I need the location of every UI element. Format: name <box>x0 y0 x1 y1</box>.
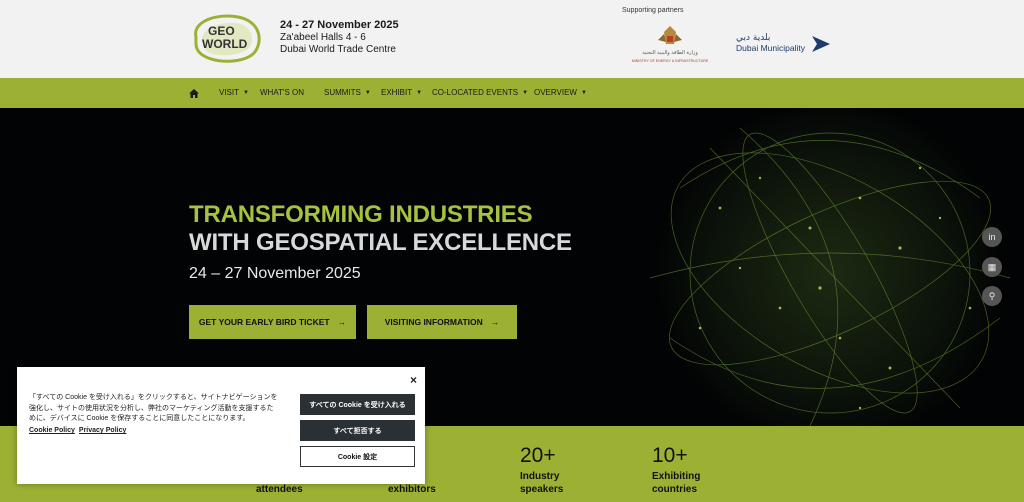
hero-title-line2: WITH GEOSPATIAL EXCELLENCE <box>189 229 572 256</box>
nav-co-located-events[interactable]: CO-LOCATED EVENTS ▼ <box>432 78 528 108</box>
nav-whats-on[interactable]: WHAT'S ON <box>260 78 304 108</box>
chevron-down-icon: ▼ <box>580 90 587 96</box>
privacy-policy-link[interactable]: Privacy Policy <box>79 427 126 434</box>
cookie-links: Cookie Policy Privacy Policy <box>29 427 126 434</box>
home-icon <box>189 88 199 98</box>
nav-overview[interactable]: OVERVIEW ▼ <box>534 78 587 108</box>
stat-number: 20+ <box>520 444 556 467</box>
dubai-municipality-logo[interactable]: بلدية دبي Dubai Municipality <box>734 28 834 58</box>
arrow-right-icon: → <box>337 317 347 327</box>
partners-label: Supporting partners <box>622 7 684 14</box>
nav-visit[interactable]: VISIT ▼ <box>219 78 249 108</box>
chevron-down-icon: ▼ <box>416 90 423 96</box>
svg-text:WORLD: WORLD <box>202 37 248 51</box>
search-icon[interactable]: ⚲ <box>982 286 1002 306</box>
svg-text:Dubai Municipality: Dubai Municipality <box>736 43 806 53</box>
hero-title-line1: TRANSFORMING INDUSTRIES <box>189 201 533 228</box>
event-date: 24 - 27 November 2025 <box>280 19 399 31</box>
event-venue: Za'abeel Halls 4 - 6 Dubai World Trade C… <box>280 32 396 55</box>
reject-all-button[interactable]: すべて拒否する <box>300 420 415 441</box>
globe-network-image <box>649 108 1011 426</box>
stat-label: Industry speakers <box>520 471 564 495</box>
stat-label: Exhibiting countries <box>652 471 701 495</box>
cookie-consent-banner: × 「すべての Cookie を受け入れる」をクリックすると、サイトナビゲーショ… <box>17 367 425 484</box>
svg-text:GEO: GEO <box>208 24 235 38</box>
site-header: GEO WORLD 24 - 27 November 2025 Za'abeel… <box>0 0 1024 78</box>
linkedin-icon[interactable]: in <box>982 227 1002 247</box>
svg-text:وزارة الطاقة والبنية التحتية: وزارة الطاقة والبنية التحتية <box>642 50 698 56</box>
geoworld-logo[interactable]: GEO WORLD <box>188 11 264 63</box>
svg-text:MINISTRY OF ENERGY & INFRASTRU: MINISTRY OF ENERGY & INFRASTRUCTURE <box>632 59 709 63</box>
cookie-settings-button[interactable]: Cookie 設定 <box>300 446 415 467</box>
nav-exhibit[interactable]: EXHIBIT ▼ <box>381 78 422 108</box>
hero-date: 24 – 27 November 2025 <box>189 265 361 282</box>
chevron-down-icon: ▼ <box>364 90 371 96</box>
early-bird-ticket-button[interactable]: GET YOUR EARLY BIRD TICKET → <box>189 305 356 339</box>
cookie-policy-link[interactable]: Cookie Policy <box>29 427 75 434</box>
nav-summits[interactable]: SUMMITS ▼ <box>324 78 371 108</box>
accept-all-cookies-button[interactable]: すべての Cookie を受け入れる <box>300 394 415 415</box>
stat-label: attendees <box>256 484 303 495</box>
stat-label: exhibitors <box>388 484 436 495</box>
nav-home[interactable] <box>189 78 199 108</box>
close-icon[interactable]: × <box>410 373 417 387</box>
chevron-down-icon: ▼ <box>522 90 529 96</box>
cookie-text: 「すべての Cookie を受け入れる」をクリックすると、サイトナビゲーションを… <box>29 394 278 422</box>
svg-text:بلدية دبي: بلدية دبي <box>736 33 770 43</box>
calendar-icon[interactable]: ▦ <box>982 257 1002 277</box>
arrow-right-icon: → <box>490 317 500 327</box>
stat-number: 10+ <box>652 444 688 467</box>
chevron-down-icon: ▼ <box>243 90 249 96</box>
ministry-energy-logo[interactable]: وزارة الطاقة والبنية التحتية MINISTRY OF… <box>622 22 718 66</box>
main-nav: VISIT ▼ WHAT'S ON SUMMITS ▼ EXHIBIT ▼ CO-LO… <box>0 78 1024 108</box>
visiting-information-button[interactable]: VISITING INFORMATION → <box>367 305 517 339</box>
